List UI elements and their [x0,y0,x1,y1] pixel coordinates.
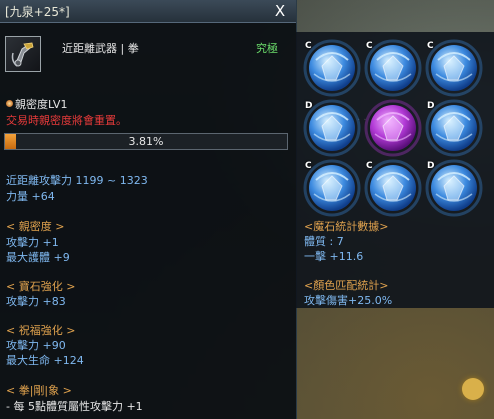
gem-grade-letter: D [305,101,313,111]
gem-slot-blue[interactable]: C [302,158,362,218]
gem-grade-letter: C [305,41,312,51]
item-tooltip: [九泉+25*] X 近距離武器 | 拳 究極 親密度LV1 交易時親密度將會重… [0,0,297,419]
gem-slot-blue[interactable]: D [424,158,484,218]
affinity-row: 親密度LV1 [6,96,67,112]
blessing-section-header: < 祝福強化 > [6,324,76,337]
gem-grade-letter: C [305,161,312,171]
item-title: [九泉+25*] [5,5,70,19]
item-icon[interactable] [5,36,41,72]
gem-slot-blue[interactable]: D [302,98,362,158]
gem-grade-letter: C [366,161,373,171]
affinity-progress-bar: 3.81% [4,133,288,150]
gem-stat-line: 體質 : 7 [304,235,344,248]
gem-stats-header: <魔石統計數據> [304,220,389,233]
color-match-line: 攻擊傷害+25.0% [304,294,393,307]
gem-section-header: < 寶石強化 > [6,280,76,293]
gem-stat: 攻擊力 +83 [6,295,66,308]
gem-grade-letter: C [366,41,373,51]
affinity-label: 親密度LV1 [15,98,68,111]
world-decoration [462,378,484,400]
gem-slot-blue[interactable]: C [363,158,423,218]
fist-weapon-icon [11,42,34,67]
affinity-section-header: < 親密度 > [6,220,65,233]
strength-line: 力量 +64 [6,190,55,203]
gem-stat-line: 一擊 +11.6 [304,250,364,263]
gem-panel: · · · · · CCCDDCCD <魔石統計數據> 體質 : 7 一擊 +1… [296,32,494,308]
attack-line: 近距離攻擊力 1199 ~ 1323 [6,174,148,187]
gem-slot-blue[interactable]: C [363,38,423,98]
gem-grade-letter: C [427,41,434,51]
gem-slot-blue[interactable]: D [424,98,484,158]
item-grade: 究極 [256,42,278,55]
gem-slot-purple[interactable] [363,98,423,158]
blessing-stat: 攻擊力 +90 [6,339,66,352]
style-section-header: < 拳|剛|象 > [6,384,72,397]
gem-grade-letter: D [427,101,435,111]
item-type: 近距離武器 | 拳 [62,42,139,55]
gem-slot-blue[interactable]: C [302,38,362,98]
gem-orb-icon [364,99,422,157]
progress-text: 3.81% [128,135,164,148]
tooltip-titlebar: [九泉+25*] X [0,0,296,23]
blessing-stat: 最大生命 +124 [6,354,84,367]
trade-warning: 交易時親密度將會重置。 [6,114,127,127]
style-effect: - 每 5點體質屬性攻擊力 +1 [6,400,143,413]
affinity-icon [6,100,13,107]
affinity-stat: 最大護體 +9 [6,251,70,264]
gem-grade-letter: D [427,161,435,171]
color-match-header: <顏色匹配統計> [304,279,389,292]
affinity-stat: 攻擊力 +1 [6,236,59,249]
gem-slot-blue[interactable]: C [424,38,484,98]
close-button[interactable]: X [270,1,290,21]
